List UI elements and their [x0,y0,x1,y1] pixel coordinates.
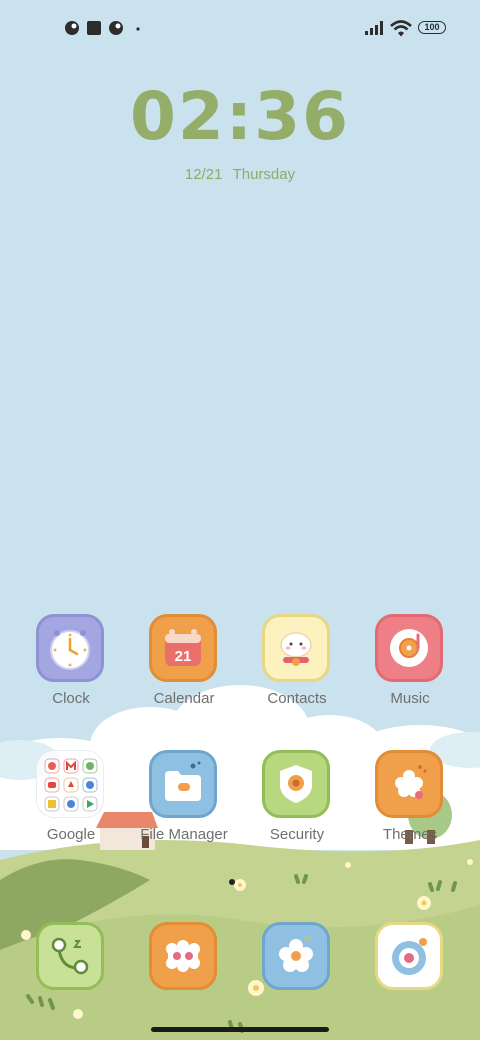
date-text: 12/21 [184,166,223,183]
app-label: Security [269,826,325,843]
app-contacts[interactable]: Contacts [242,614,352,724]
app-label: File Manager [140,826,228,843]
weekday-text: Thursday [232,166,296,183]
app-music[interactable]: Music [355,614,465,724]
app-label: Contacts [267,690,327,707]
signal-icon [365,21,383,35]
camera-icon [375,922,443,990]
battery-level: 100 [424,22,440,32]
notification-square-icon [87,21,101,35]
date-line[interactable]: 12/21 Thursday [0,166,480,183]
app-label: Music [390,690,430,707]
app-clock[interactable]: Clock [16,614,126,724]
phone-icon [36,922,104,990]
messages-icon [149,922,217,990]
more-dot-icon [136,27,140,31]
google-folder-icon [36,750,104,818]
app-google-folder[interactable]: Google [16,750,126,860]
contacts-icon [262,614,330,682]
dock-messages[interactable] [129,922,239,1002]
music-icon [375,614,443,682]
dock-phone[interactable] [16,922,126,1002]
app-label: Calendar [153,690,215,707]
notification-app-icon [109,21,123,35]
wifi-icon [390,20,412,37]
gesture-navigation-bar[interactable] [151,1027,329,1032]
dock-gallery[interactable] [242,922,352,1002]
app-label: Themes [382,826,438,843]
calendar-badge: 21 [175,648,192,665]
notification-app-icon [65,21,79,35]
app-calendar[interactable]: 21 Calendar [129,614,239,724]
clock-time[interactable]: 02:36 [0,78,480,155]
clock-icon [36,614,104,682]
app-label: Clock [52,690,90,707]
app-label: Google [46,826,96,843]
gallery-icon [262,922,330,990]
calendar-icon: 21 [149,614,217,682]
status-bar: 100 [0,14,480,42]
wallpaper [0,0,480,1040]
dock-camera[interactable] [355,922,465,1002]
file-manager-icon [149,750,217,818]
battery-icon: 100 [418,21,446,34]
app-themes[interactable]: Themes [355,750,465,860]
security-icon [262,750,330,818]
app-file-manager[interactable]: File Manager [129,750,239,860]
app-security[interactable]: Security [242,750,352,860]
themes-icon [375,750,443,818]
